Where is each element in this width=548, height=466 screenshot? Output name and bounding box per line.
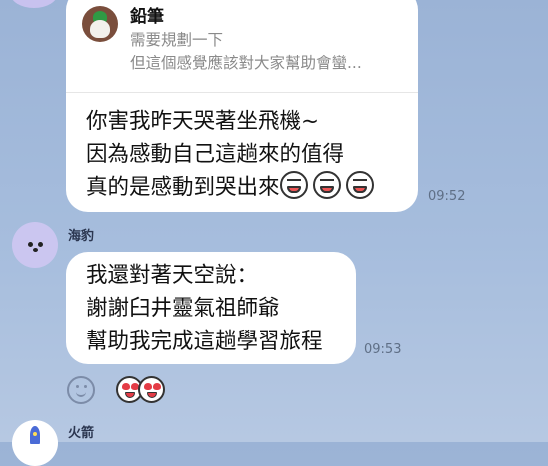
- message-text: 我還對著天空說： 謝謝臼井靈氣祖師爺 幫助我完成這趟學習旅程: [86, 259, 323, 358]
- heart-eyes-face-icon: [138, 376, 165, 403]
- sender-name: 火箭: [68, 426, 95, 441]
- message-line: 幫助我完成這趟學習旅程: [86, 329, 323, 354]
- reaction-badge[interactable]: [116, 376, 168, 404]
- message-bubble[interactable]: 我還對著天空說： 謝謝臼井靈氣祖師爺 幫助我完成這趟學習旅程: [66, 252, 356, 364]
- message-line: 謝謝臼井靈氣祖師爺: [86, 296, 280, 321]
- message-line: 真的是感動到哭出來: [86, 171, 379, 204]
- quoted-reply[interactable]: 鉛筆 需要規劃一下 但這個感覺應該對大家幫助會蠻...: [66, 0, 418, 93]
- message-line: 因為感動自己這趟來的值得: [86, 142, 345, 167]
- sender-avatar[interactable]: [12, 222, 58, 268]
- previous-sender-avatar[interactable]: [10, 0, 58, 8]
- laughing-crying-face-icon: [345, 171, 374, 199]
- sender-avatar[interactable]: [12, 420, 58, 466]
- message-timestamp: 09:53: [364, 342, 402, 357]
- message-line: 我還對著天空說：: [86, 263, 259, 288]
- message-text: 你害我昨天哭著坐飛機~ 因為感動自己這趟來的值得 真的是感動到哭出來: [86, 105, 379, 204]
- message-bubble-reply[interactable]: 鉛筆 需要規劃一下 但這個感覺應該對大家幫助會蠻... 你害我昨天哭著坐飛機~ …: [66, 0, 418, 212]
- laughing-crying-face-icon: [279, 171, 308, 199]
- reply-sender-avatar: [82, 6, 118, 42]
- reply-preview-line: 需要規劃一下: [130, 31, 224, 49]
- reply-sender-name: 鉛筆: [130, 7, 164, 27]
- laughing-crying-face-icon: [312, 171, 341, 199]
- sender-name: 海豹: [68, 229, 95, 244]
- smiley-face-icon[interactable]: [67, 376, 95, 404]
- message-line-text: 真的是感動到哭出來: [86, 175, 280, 200]
- reply-preview-line: 但這個感覺應該對大家幫助會蠻...: [130, 54, 362, 72]
- message-line: 你害我昨天哭著坐飛機~: [86, 109, 320, 134]
- message-timestamp: 09:52: [428, 189, 466, 204]
